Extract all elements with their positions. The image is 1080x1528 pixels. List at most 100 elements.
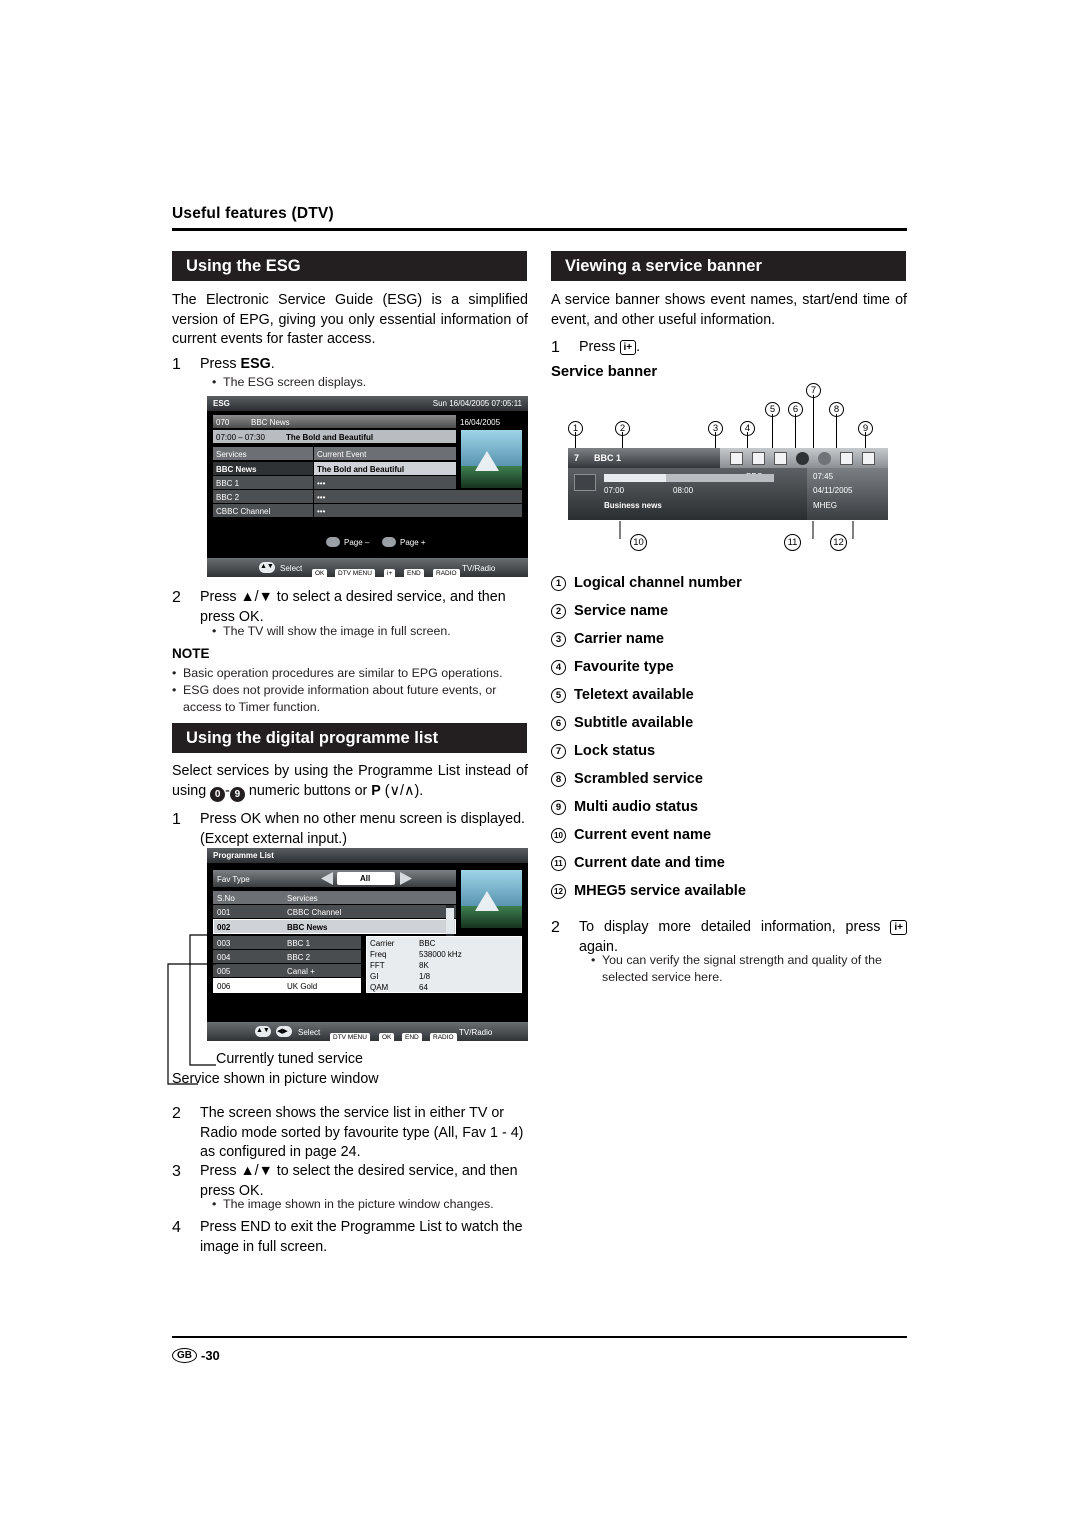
pl-info-key-0: Carrier <box>370 939 395 948</box>
banner-time-start: 07:00 <box>604 486 625 495</box>
pl-info-val-3: 1/8 <box>419 972 431 981</box>
banner-mheg: MHEG <box>813 501 837 510</box>
programme-list-step-3-bullet: The image shown in the picture window ch… <box>212 1196 533 1213</box>
legend-item-6: 6 Subtitle available <box>551 715 693 731</box>
pl-fav-type-value: All <box>360 874 371 883</box>
pl-scrollbar-thumb[interactable] <box>446 908 454 934</box>
section-heading-viewing-service-banner: Viewing a service banner <box>551 251 906 281</box>
page-number: -30 <box>201 1348 220 1363</box>
step-number: 1 <box>172 356 181 373</box>
legend-label-11: Current date and time <box>574 855 725 871</box>
info-key-icon-2: i+ <box>890 920 907 935</box>
esg-key-tv-radio: TV/Radio <box>462 564 496 573</box>
step-text: The screen shows the service list in eit… <box>200 1105 524 1160</box>
esg-channel-name: BBC News <box>251 418 290 427</box>
legend-number-2: 2 <box>551 603 566 619</box>
pl-row-name-4: Canal + <box>287 967 315 976</box>
pl-key-tv-radio: TV/Radio <box>459 1028 493 1037</box>
step-text: Press ▲/▼ to select a desired service, a… <box>200 589 506 625</box>
esg-key-radio[interactable]: RADIO <box>433 569 460 579</box>
legend-label-1: Logical channel number <box>574 575 742 591</box>
legend-item-12: 12 MHEG5 service available <box>551 883 746 899</box>
esg-step-1: 1 Press ESG. <box>172 355 528 375</box>
pl-key-select: Select <box>298 1028 321 1037</box>
banner-date: 04/11/2005 <box>813 486 853 495</box>
pl-info-val-0: BBC <box>419 939 436 948</box>
key-9: 9 <box>229 786 245 802</box>
pl-info-val-2: 8K <box>419 961 429 970</box>
pl-info-val-4: 64 <box>419 983 428 992</box>
legend-item-2: 2 Service name <box>551 603 668 619</box>
legend-number-9: 9 <box>551 799 566 815</box>
programme-list-step-4: 4 Press END to exit the Programme List t… <box>172 1218 528 1257</box>
esg-page-next[interactable]: Page + <box>400 538 426 547</box>
esg-key-ok[interactable]: OK <box>312 569 328 579</box>
pl-fav-type-label: Fav Type <box>217 875 250 884</box>
esg-title: ESG <box>213 399 230 408</box>
service-banner-label: Service banner <box>551 364 658 380</box>
banner-current-event: Business news <box>604 501 662 510</box>
esg-date: 16/04/2005 <box>460 418 501 427</box>
pl-row-name-0: CBBC Channel <box>287 908 342 917</box>
pl-info-val-1: 538000 kHz <box>419 950 462 959</box>
esg-page-prev[interactable]: Page – <box>344 538 369 547</box>
legend-item-4: 4 Favourite type <box>551 659 674 675</box>
pl-title: Programme List <box>213 851 274 860</box>
esg-row-event-0: The Bold and Beautiful <box>317 465 405 474</box>
pl-key-radio[interactable]: RADIO <box>430 1033 457 1043</box>
banner-clock: 07:45 <box>813 472 834 481</box>
pl-key-dtv-menu[interactable]: DTV MENU <box>330 1033 370 1043</box>
legend-item-5: 5 Teletext available <box>551 687 694 703</box>
page-footer: GB -30 <box>172 1348 220 1363</box>
footer-divider <box>172 1336 907 1338</box>
legend-number-12: 12 <box>551 883 566 899</box>
step-number: 2 <box>551 919 560 936</box>
pl-key-ok[interactable]: OK <box>379 1033 395 1043</box>
legend-label-9: Multi audio status <box>574 799 699 815</box>
pl-row-name-3: BBC 2 <box>287 953 311 962</box>
callout-10: 10 <box>630 534 647 551</box>
pl-row-name-2: BBC 1 <box>287 939 311 948</box>
pl-info-key-2: FFT <box>370 961 385 970</box>
legend-item-11: 11 Current date and time <box>551 855 725 871</box>
esg-col-services: Services <box>216 450 247 459</box>
step-text: Press ESG. <box>200 356 275 372</box>
legend-label-12: MHEG5 service available <box>574 883 746 899</box>
legend-label-6: Subtitle available <box>574 715 694 731</box>
step-text: Press OK when no other menu screen is di… <box>200 811 526 847</box>
programme-list-intro: Select services by using the Programme L… <box>172 763 528 802</box>
legend-number-3: 3 <box>551 631 566 647</box>
legend-item-3: 3 Carrier name <box>551 631 664 647</box>
esg-screen-image: ESG Sun 16/04/2005 07:05:11 070 BBC News… <box>207 396 528 579</box>
legend-label-3: Carrier name <box>574 631 665 647</box>
esg-key-info[interactable]: i+ <box>384 569 396 579</box>
pl-row-no-0: 001 <box>217 908 231 917</box>
esg-channel-number: 070 <box>216 418 230 427</box>
pl-info-key-1: Freq <box>370 950 387 959</box>
pl-col-no: S.No <box>217 894 235 903</box>
service-banner-step-1: 1 Press i+. <box>551 338 907 358</box>
legend-item-1: 1 Logical channel number <box>551 575 742 591</box>
pl-row-name-1: BBC News <box>287 923 328 932</box>
legend-item-7: 7 Lock status <box>551 743 655 759</box>
esg-row-event-2: ••• <box>317 493 326 502</box>
esg-row-event-3: ••• <box>317 507 326 516</box>
esg-key-dtv-menu[interactable]: DTV MENU <box>335 569 375 579</box>
esg-time-range: 07:00 – 07:30 <box>216 433 265 442</box>
esg-step-1-bullet: The ESG screen displays. <box>212 374 523 391</box>
teletext-icon <box>752 452 765 465</box>
esg-key-end[interactable]: END <box>404 569 424 579</box>
esg-col-current-event: Current Event <box>317 450 367 459</box>
pl-info-key-4: QAM <box>370 983 389 992</box>
esg-key-select: Select <box>280 564 303 573</box>
legend-number-4: 4 <box>551 659 566 675</box>
section-heading-using-the-esg: Using the ESG <box>172 251 527 281</box>
step-number: 2 <box>172 1105 181 1122</box>
service-banner-callout-lines-top <box>575 395 866 448</box>
legend-item-8: 8 Scrambled service <box>551 771 703 787</box>
legend-label-4: Favourite type <box>574 659 674 675</box>
caption-service-in-picture-window: Service shown in picture window <box>172 1071 379 1087</box>
esg-programme-title: The Bold and Beautiful <box>286 433 374 442</box>
legend-number-6: 6 <box>551 715 566 731</box>
pl-key-end[interactable]: END <box>402 1033 422 1043</box>
